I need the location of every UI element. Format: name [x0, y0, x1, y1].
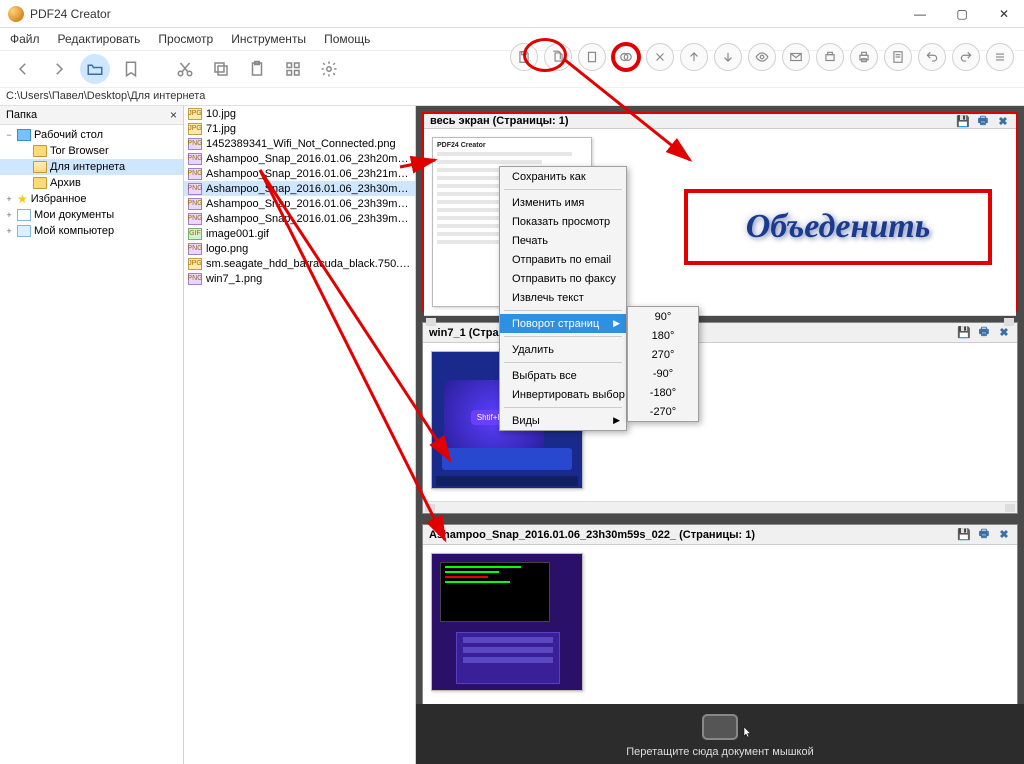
minimize-button[interactable]: — — [908, 2, 932, 26]
tree-item[interactable]: Для интернета — [0, 159, 183, 175]
file-item[interactable]: GIFimage001.gif — [184, 226, 415, 241]
cursor-icon — [742, 724, 754, 740]
ctx-save-as[interactable]: Сохранить как — [500, 167, 626, 186]
app-icon — [8, 6, 24, 22]
card-print-icon[interactable]: 🖶 — [977, 326, 991, 340]
folder-tree-panel: Папка × −Рабочий столTor BrowserДля инте… — [0, 106, 184, 764]
card-title: весь экран (Страницы: 1) — [430, 115, 569, 127]
file-list: JPG10.jpgJPG71.jpgPNG1452389341_Wifi_Not… — [184, 106, 416, 764]
merge-icon[interactable] — [612, 43, 640, 71]
sidebar-close-icon[interactable]: × — [170, 108, 177, 122]
menu-view[interactable]: Просмотр — [158, 32, 213, 46]
rotate-270[interactable]: 270° — [628, 345, 698, 364]
tree-item[interactable]: Архив — [0, 175, 183, 191]
grid-button[interactable] — [278, 54, 308, 84]
maximize-button[interactable]: ▢ — [950, 2, 974, 26]
file-item[interactable]: PNG1452389341_Wifi_Not_Connected.png — [184, 136, 415, 151]
rotate-submenu[interactable]: 90° 180° 270° -90° -180° -270° — [627, 306, 699, 422]
card-print-icon[interactable]: 🖶 — [977, 528, 991, 542]
path-bar: C:\Users\Павел\Desktop\Для интернета — [0, 88, 1024, 106]
rotate-neg270[interactable]: -270° — [628, 402, 698, 421]
file-item[interactable]: JPG71.jpg — [184, 121, 415, 136]
app-title: PDF24 Creator — [30, 7, 908, 21]
save-icon[interactable] — [510, 43, 538, 71]
ctx-preview[interactable]: Показать просмотр — [500, 212, 626, 231]
menu-edit[interactable]: Редактировать — [58, 32, 141, 46]
drop-zone[interactable]: Перетащите сюда документ мышкой — [416, 704, 1024, 764]
menu-tools[interactable]: Инструменты — [231, 32, 306, 46]
rotate-180[interactable]: 180° — [628, 326, 698, 345]
rotate-90[interactable]: 90° — [628, 307, 698, 326]
file-item[interactable]: PNGAshampoo_Snap_2016.01.06_23h39m27s_04… — [184, 196, 415, 211]
card-title: Ashampoo_Snap_2016.01.06_23h30m59s_022_ … — [429, 529, 755, 541]
tree-item[interactable]: +Мои документы — [0, 207, 183, 223]
down-icon[interactable] — [714, 43, 742, 71]
fax-icon[interactable] — [816, 43, 844, 71]
ctx-invert-selection[interactable]: Инвертировать выбор — [500, 385, 626, 404]
ctx-email[interactable]: Отправить по email — [500, 250, 626, 269]
ctx-select-all[interactable]: Выбрать все — [500, 366, 626, 385]
list-icon[interactable] — [986, 43, 1014, 71]
ctx-delete[interactable]: Удалить — [500, 340, 626, 359]
ctx-extract-text[interactable]: Извлечь текст — [500, 288, 626, 307]
doc-toolbar — [510, 42, 1014, 72]
file-item[interactable]: PNGAshampoo_Snap_2016.01.06_23h39m37s_04… — [184, 211, 415, 226]
menu-help[interactable]: Помощь — [324, 32, 370, 46]
card-save-icon[interactable]: 💾 — [957, 528, 971, 542]
merge-annotation: Объеденить — [684, 189, 992, 265]
card-print-icon[interactable]: 🖶 — [976, 114, 990, 128]
redo-icon[interactable] — [952, 43, 980, 71]
title-bar: PDF24 Creator — ▢ ✕ — [0, 0, 1024, 28]
paste-button[interactable] — [242, 54, 272, 84]
ctx-rename[interactable]: Изменить имя — [500, 193, 626, 212]
context-menu[interactable]: Сохранить как Изменить имя Показать прос… — [499, 166, 627, 431]
delete-icon[interactable] — [646, 43, 674, 71]
tree-item[interactable]: −Рабочий стол — [0, 127, 183, 143]
file-item[interactable]: PNGAshampoo_Snap_2016.01.06_23h21m05s_01… — [184, 166, 415, 181]
card-save-icon[interactable]: 💾 — [957, 326, 971, 340]
ctx-rotate[interactable]: Поворот страниц▶ — [500, 314, 626, 333]
rotate-neg90[interactable]: -90° — [628, 364, 698, 383]
open-button[interactable] — [80, 54, 110, 84]
back-button[interactable] — [8, 54, 38, 84]
tree-item[interactable]: Tor Browser — [0, 143, 183, 159]
forward-button[interactable] — [44, 54, 74, 84]
new-page-icon[interactable] — [578, 43, 606, 71]
ctx-fax[interactable]: Отправить по факсу — [500, 269, 626, 288]
cut-button[interactable] — [170, 54, 200, 84]
save-all-icon[interactable] — [544, 43, 572, 71]
bookmark-button[interactable] — [116, 54, 146, 84]
page-card-3[interactable]: Ashampoo_Snap_2016.01.06_23h30m59s_022_ … — [422, 524, 1018, 720]
calc-icon[interactable] — [884, 43, 912, 71]
file-item[interactable]: PNGAshampoo_Snap_2016.01.06_23h30m59s_02… — [184, 181, 415, 196]
card-scrollbar[interactable] — [423, 501, 1017, 513]
tree-item[interactable]: +Мой компьютер — [0, 223, 183, 239]
file-item[interactable]: PNGwin7_1.png — [184, 271, 415, 286]
file-item[interactable]: PNGlogo.png — [184, 241, 415, 256]
file-item[interactable]: JPGsm.seagate_hdd_barracuda_black.750.jp… — [184, 256, 415, 271]
card-close-icon[interactable]: ✖ — [997, 528, 1011, 542]
page-thumbnail[interactable] — [431, 553, 583, 691]
card-close-icon[interactable]: ✖ — [996, 114, 1010, 128]
menu-file[interactable]: Файл — [10, 32, 40, 46]
copy-button[interactable] — [206, 54, 236, 84]
close-button[interactable]: ✕ — [992, 2, 1016, 26]
card-save-icon[interactable]: 💾 — [956, 114, 970, 128]
ctx-print[interactable]: Печать — [500, 231, 626, 250]
tree-item[interactable]: +★Избранное — [0, 191, 183, 207]
print-icon[interactable] — [850, 43, 878, 71]
rotate-neg180[interactable]: -180° — [628, 383, 698, 402]
ctx-views[interactable]: Виды▶ — [500, 411, 626, 430]
email-icon[interactable] — [782, 43, 810, 71]
undo-icon[interactable] — [918, 43, 946, 71]
file-item[interactable]: JPG10.jpg — [184, 106, 415, 121]
preview-icon[interactable] — [748, 43, 776, 71]
card-close-icon[interactable]: ✖ — [997, 326, 1011, 340]
file-item[interactable]: PNGAshampoo_Snap_2016.01.06_23h20m17s_01… — [184, 151, 415, 166]
settings-button[interactable] — [314, 54, 344, 84]
sidebar-title: Папка — [6, 109, 37, 121]
up-icon[interactable] — [680, 43, 708, 71]
